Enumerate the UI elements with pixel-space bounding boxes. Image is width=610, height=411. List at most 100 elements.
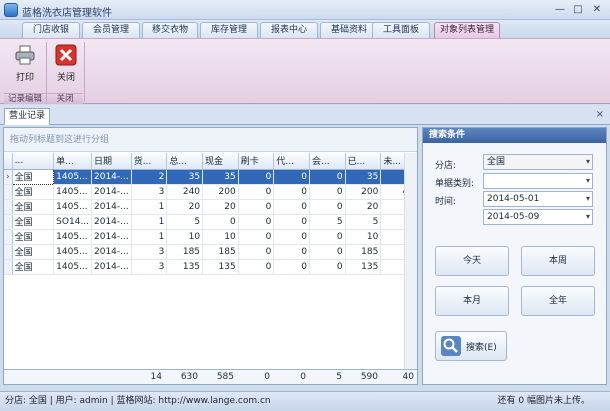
this-week-button[interactable]: 本周 <box>521 246 595 276</box>
table-cell: 135 <box>202 259 239 275</box>
window-title: 蓝格洗衣店管理软件 <box>22 8 112 19</box>
chevron-down-icon: ▾ <box>585 212 590 221</box>
status-bar: 分店: 全国 | 用户: admin | 蓝格网站: http://www.la… <box>0 391 610 411</box>
tab-cashier[interactable]: 门店收银 <box>22 22 80 38</box>
row-indicator[interactable] <box>4 184 13 200</box>
search-button[interactable]: 搜索(E) <box>435 331 507 361</box>
table-cell: 0 <box>309 229 346 245</box>
table-cell: 0 <box>202 214 239 230</box>
ribbon-group-record-edit: 记录编辑 <box>4 93 46 104</box>
column-header[interactable]: 已... <box>345 153 382 170</box>
table-cell: 0 <box>273 199 310 215</box>
records-grid-panel: 拖动列标题到这进行分组 ... 单... 日期 货... 总... 现金 刷卡 … <box>3 127 418 385</box>
total-cell: 5 <box>336 372 342 382</box>
table-cell: 185 <box>202 244 239 260</box>
grid-scrollbar[interactable] <box>404 153 417 370</box>
column-header[interactable]: 日期 <box>91 153 132 170</box>
menu-tab-bar: 门店收银 会员管理 移交衣物 库存管理 报表中心 基础资料 工具面板 对象列表管… <box>0 20 610 38</box>
column-header[interactable]: 现金 <box>202 153 239 170</box>
store-select[interactable]: 全国 ▾ <box>483 154 593 170</box>
chevron-down-icon: ▾ <box>585 194 590 203</box>
group-by-panel[interactable]: 拖动列标题到这进行分组 <box>4 128 417 152</box>
table-cell: 全国 <box>12 259 55 275</box>
table-cell: 135 <box>166 259 204 275</box>
maximize-button[interactable]: □ <box>571 3 585 16</box>
tab-reports[interactable]: 报表中心 <box>260 22 318 38</box>
table-cell: 0 <box>273 259 310 275</box>
table-cell: 3 <box>131 184 168 200</box>
column-header[interactable]: 总... <box>166 153 204 170</box>
table-cell: 200 <box>202 184 239 200</box>
upload-status: 还有 0 幅图片未上传。 <box>497 396 590 406</box>
close-icon <box>55 44 77 66</box>
column-header[interactable]: ... <box>12 153 55 170</box>
row-indicator[interactable] <box>4 214 13 230</box>
row-indicator[interactable] <box>4 199 13 215</box>
ribbon: 打印 关闭 记录编辑 关闭 <box>0 38 610 104</box>
ribbon-group-close: 关闭 <box>47 93 83 104</box>
tab-tools[interactable]: 工具面板 <box>372 22 430 38</box>
table-cell: 全国 <box>12 229 55 245</box>
table-row[interactable]: 全国1405...2014-...11010000100 <box>4 229 417 245</box>
date-to-picker[interactable]: 2014-05-09 ▾ <box>483 209 593 225</box>
ribbon-separator <box>84 42 85 102</box>
table-cell: 0 <box>273 229 310 245</box>
total-cell: 0 <box>300 372 306 382</box>
table-cell: 0 <box>238 214 275 230</box>
table-cell: 全国 <box>12 244 55 260</box>
total-cell: 590 <box>360 372 378 382</box>
column-header[interactable]: 代... <box>273 153 310 170</box>
full-year-button[interactable]: 全年 <box>521 286 595 316</box>
table-row[interactable]: 全国SO14...2014-...15000550 <box>4 214 417 230</box>
table-cell: 全国 <box>12 199 55 215</box>
print-button[interactable]: 打印 <box>7 42 43 90</box>
table-cell: 2014-... <box>91 214 132 230</box>
date-from-picker[interactable]: 2014-05-01 ▾ <box>483 191 593 207</box>
table-cell: 0 <box>238 184 275 200</box>
table-cell: 0 <box>238 169 275 185</box>
table-row[interactable]: 全国1405...2014-...31351350001350 <box>4 259 417 275</box>
tab-object-list[interactable]: 对象列表管理 <box>434 22 500 38</box>
time-label: 时间: <box>435 197 457 207</box>
row-indicator[interactable] <box>4 259 13 275</box>
doc-type-select[interactable]: ▾ <box>483 173 593 189</box>
tab-members[interactable]: 会员管理 <box>82 22 140 38</box>
column-header[interactable]: 单... <box>53 153 92 170</box>
table-row[interactable]: 全国1405...2014-...31851850001850 <box>4 244 417 260</box>
tab-basic-data[interactable]: 基础资料 <box>320 22 378 38</box>
search-icon <box>441 336 461 356</box>
table-row[interactable]: ›全国1405...2014-...23535000350 <box>4 168 417 185</box>
table-cell: 0 <box>273 169 310 185</box>
table-cell: 1405... <box>53 229 92 245</box>
this-month-button[interactable]: 本月 <box>435 286 509 316</box>
column-header[interactable]: 货... <box>131 153 168 170</box>
today-button[interactable]: 今天 <box>435 246 509 276</box>
tab-transfer[interactable]: 移交衣物 <box>142 22 198 38</box>
table-cell: 0 <box>238 199 275 215</box>
table-cell: 20 <box>166 199 204 215</box>
column-header[interactable]: 刷卡 <box>238 153 275 170</box>
tab-inventory[interactable]: 库存管理 <box>200 22 258 38</box>
title-bar: 蓝格洗衣店管理软件 — □ ✕ <box>0 0 610 20</box>
status-left: 分店: 全国 | 用户: admin | 蓝格网站: http://www.la… <box>5 396 271 406</box>
store-label: 分店: <box>435 161 457 171</box>
table-cell: 35 <box>202 169 239 185</box>
row-indicator[interactable]: › <box>4 169 13 185</box>
table-header-row: ... 单... 日期 货... 总... 现金 刷卡 代... 会... 已.… <box>4 153 417 170</box>
minimize-button[interactable]: — <box>553 3 567 16</box>
column-header[interactable]: 会... <box>309 153 346 170</box>
table-row[interactable]: 全国1405...2014-...324020000020040 <box>4 184 417 200</box>
close-button[interactable]: 关闭 <box>48 42 84 90</box>
table-cell: 2014-... <box>91 184 132 200</box>
doc-tab-sales-records[interactable]: 营业记录 <box>4 108 50 125</box>
close-window-button[interactable]: ✕ <box>590 3 604 16</box>
table-row[interactable]: 全国1405...2014-...12020000200 <box>4 199 417 215</box>
row-indicator[interactable] <box>4 229 13 245</box>
table-cell: 200 <box>345 184 382 200</box>
row-indicator[interactable] <box>4 244 13 260</box>
doc-close-icon[interactable]: × <box>596 109 604 120</box>
table-cell: 0 <box>273 214 310 230</box>
search-button-label: 搜索(E) <box>466 343 497 353</box>
date-from-value: 2014-05-01 <box>487 194 540 204</box>
table-cell: 0 <box>309 244 346 260</box>
